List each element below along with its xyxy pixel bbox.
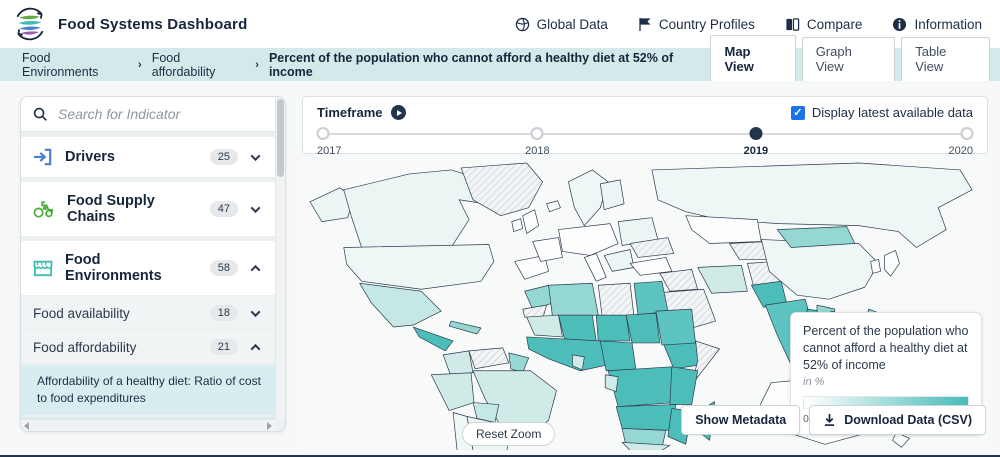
timeframe-label: Timeframe xyxy=(317,105,383,120)
year-label[interactable]: 2018 xyxy=(525,145,549,157)
timeframe-panel: Timeframe ✓ Display latest available dat… xyxy=(302,96,988,154)
drivers-icon xyxy=(33,148,53,166)
food-systems-dashboard-page: Food Systems Dashboard Global Data Count… xyxy=(0,0,1000,457)
sidebar-section-food-environments[interactable]: Food Environments 58 xyxy=(21,241,275,295)
nav-label: Compare xyxy=(807,17,863,32)
indicator-search-row xyxy=(21,97,275,132)
app-title: Food Systems Dashboard xyxy=(58,16,247,33)
play-button[interactable] xyxy=(391,105,406,120)
nav-global-data[interactable]: Global Data xyxy=(515,17,608,32)
year-label[interactable]: 2020 xyxy=(949,145,973,157)
nav-country-profiles[interactable]: Country Profiles xyxy=(638,17,755,32)
section-count-badge: 47 xyxy=(210,201,238,217)
sidebar-section-drivers[interactable]: Drivers 25 xyxy=(21,137,275,177)
legend-title: Percent of the population who cannot aff… xyxy=(803,323,969,374)
sidebar-horizontal-scrollbar[interactable] xyxy=(21,419,275,431)
tab-map-view[interactable]: Map View xyxy=(710,35,795,81)
chevron-down-icon xyxy=(251,151,261,161)
slider-knob-2018[interactable] xyxy=(531,127,544,140)
year-label-selected[interactable]: 2019 xyxy=(744,145,768,157)
year-slider[interactable] xyxy=(317,126,973,142)
map-action-buttons: Show Metadata Download Data (CSV) xyxy=(681,405,986,435)
checkbox-checked-icon[interactable]: ✓ xyxy=(791,106,805,120)
breadcrumb-separator: › xyxy=(255,59,259,71)
scroll-right-arrow-icon[interactable] xyxy=(267,422,272,430)
legend-unit: in % xyxy=(803,376,969,388)
nav-label: Country Profiles xyxy=(659,17,755,32)
chevron-down-icon xyxy=(251,203,261,213)
download-data-label: Download Data (CSV) xyxy=(844,413,972,427)
checkbox-label: Display latest available data xyxy=(812,105,973,120)
nav-compare[interactable]: Compare xyxy=(785,17,863,32)
choropleth-map-panel: Percent of the population who cannot aff… xyxy=(302,160,988,452)
chevron-up-icon xyxy=(251,264,261,274)
storefront-icon xyxy=(33,259,53,277)
section-label: Food Supply Chains xyxy=(67,193,198,225)
tab-table-view[interactable]: Table View xyxy=(901,37,990,81)
tractor-icon xyxy=(33,200,55,218)
flag-icon xyxy=(638,17,652,32)
latest-data-checkbox-row[interactable]: ✓ Display latest available data xyxy=(791,105,973,120)
indicator-sidebar: Drivers 25 Food Supply Chains 47 Food En… xyxy=(20,96,286,432)
breadcrumb-item-food-affordability[interactable]: Food affordability xyxy=(152,51,246,79)
indicator-tree: Drivers 25 Food Supply Chains 47 Food En… xyxy=(21,97,275,419)
reset-zoom-button[interactable]: Reset Zoom xyxy=(462,422,555,446)
tab-graph-view[interactable]: Graph View xyxy=(802,37,896,81)
information-icon xyxy=(892,17,907,32)
download-icon xyxy=(823,413,836,427)
nav-label: Information xyxy=(914,17,982,32)
app-logo[interactable]: Food Systems Dashboard xyxy=(12,6,247,42)
breadcrumb-current-indicator: Percent of the population who cannot aff… xyxy=(269,51,711,79)
subsection-count-badge: 21 xyxy=(210,339,238,355)
subsection-count-badge: 18 xyxy=(210,305,238,321)
section-count-badge: 25 xyxy=(210,149,238,165)
breadcrumb-bar: Food Environments › Food affordability ›… xyxy=(0,48,1000,81)
slider-knob-2019[interactable] xyxy=(749,127,762,140)
top-navigation: Global Data Country Profiles Compare Inf… xyxy=(515,17,982,32)
year-label[interactable]: 2017 xyxy=(317,145,341,157)
scroll-left-arrow-icon[interactable] xyxy=(24,422,29,430)
subsection-label: Food availability xyxy=(33,306,198,321)
section-label: Food Environments xyxy=(65,252,198,284)
logo-icon xyxy=(12,6,48,42)
year-labels: 2017 2018 2019 2020 xyxy=(317,145,973,161)
breadcrumb-item-food-environments[interactable]: Food Environments xyxy=(22,51,128,79)
search-input[interactable] xyxy=(58,106,263,122)
subsection-label: Food affordability xyxy=(33,340,198,355)
breadcrumb: Food Environments › Food affordability ›… xyxy=(22,51,710,79)
breadcrumb-separator: › xyxy=(138,59,142,71)
section-label: Drivers xyxy=(65,149,198,165)
nav-label: Global Data xyxy=(537,17,608,32)
chevron-down-icon xyxy=(251,307,261,317)
sidebar-vertical-scrollbar[interactable] xyxy=(275,97,285,419)
nav-information[interactable]: Information xyxy=(892,17,982,32)
show-metadata-button[interactable]: Show Metadata xyxy=(681,405,800,435)
scrollbar-thumb[interactable] xyxy=(277,99,284,177)
section-count-badge: 58 xyxy=(210,260,238,276)
compare-icon xyxy=(785,17,800,32)
show-metadata-label: Show Metadata xyxy=(695,413,786,427)
sidebar-subsection-food-affordability[interactable]: Food affordability 21 xyxy=(21,331,275,363)
search-icon xyxy=(33,107,48,122)
slider-track xyxy=(323,133,967,135)
sidebar-section-food-supply-chains[interactable]: Food Supply Chains 47 xyxy=(21,182,275,236)
globe-icon xyxy=(515,17,530,32)
view-tabs: Map View Graph View Table View xyxy=(710,48,990,81)
slider-knob-2020[interactable] xyxy=(961,127,974,140)
slider-knob-2017[interactable] xyxy=(317,127,330,140)
sidebar-subsection-food-availability[interactable]: Food availability 18 xyxy=(21,297,275,329)
chevron-up-icon xyxy=(251,343,261,353)
indicator-item[interactable]: Affordability of a healthy diet: Ratio o… xyxy=(21,365,275,415)
download-data-button[interactable]: Download Data (CSV) xyxy=(809,405,986,435)
